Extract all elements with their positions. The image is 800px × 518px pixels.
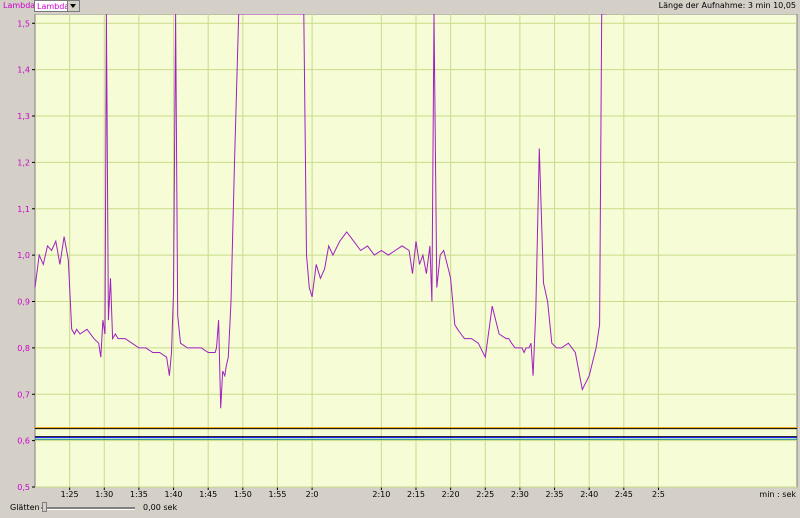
x-tick-label: 2:35 [546,490,564,499]
y-tick-label: 1,4 [17,66,30,75]
x-tick-label: 1:30 [95,490,113,499]
y-tick-label: 0,7 [17,390,30,399]
x-tick-label: 2:25 [476,490,494,499]
x-tick-label: 1:45 [199,490,217,499]
y-tick-label: 1,5 [17,19,30,28]
channel-select[interactable]: Lambda [34,0,80,12]
x-tick-label: 2:45 [615,490,633,499]
x-tick-label: 2:10 [372,490,390,499]
x-tick-label: 1:40 [165,490,183,499]
x-tick-label: 2:15 [407,490,425,499]
y-tick-label: 1,2 [17,158,30,167]
y-tick-label: 1,0 [17,251,30,260]
x-tick-label: 1:55 [268,490,286,499]
smooth-slider-thumb[interactable] [42,502,47,512]
channel-select-value: Lambda [37,2,70,11]
y-tick-label: 0,8 [17,344,30,353]
x-tick-label: 2:40 [580,490,598,499]
smoothing-bar: Glätten 0,00 sek [0,500,800,514]
x-tick-label: 1:25 [61,490,79,499]
x-axis-unit: min : sek [759,490,796,499]
chart-canvas: 1:25 1:30 1:35 1:40 1:45 1:50 1:55 2:0 2:5 2:10 2:… [17,13,798,499]
recording-length: Länge der Aufnahme: 3 min 10,05 [658,1,796,10]
x-tick-label: 2:0 [306,490,319,499]
y-tick-label: 0,6 [17,437,30,446]
chevron-down-icon[interactable] [67,1,79,11]
y-tick-label: 1,1 [17,205,30,214]
y-tick-label: 0,9 [17,298,30,307]
x-tick-label: 2:5 [652,490,665,499]
y-tick-label: 0,5 [17,483,30,492]
lambda-chart: 1:25 1:30 1:35 1:40 1:45 1:50 1:55 2:0 2:5 2:10 2:… [0,0,800,514]
smooth-value: 0,00 sek [143,503,178,512]
smooth-label: Glätten [10,503,40,512]
y-tick-label: 1,3 [17,112,30,121]
x-tick-label: 1:50 [234,490,252,499]
y-axis-title: Lambda [3,1,36,10]
smooth-slider-track[interactable] [41,507,135,510]
x-tick-label: 2:20 [442,490,460,499]
x-tick-label: 2:30 [511,490,529,499]
chart-header: Lambda Lambda Länge der Aufnahme: 3 min … [0,0,800,14]
x-tick-label: 1:35 [130,490,148,499]
